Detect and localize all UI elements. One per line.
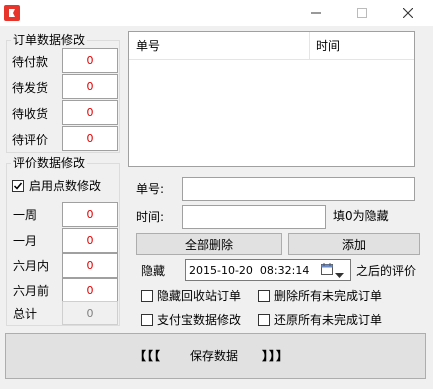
alipay-data-checkbox[interactable] <box>141 314 153 326</box>
one-week-field[interactable]: 0 <box>62 202 118 227</box>
save-data-label: 保存数据 <box>190 349 239 363</box>
delete-all-button[interactable]: 全部删除 <box>136 233 282 255</box>
app-icon <box>4 5 20 21</box>
hide-suffix-label: 之后的评价 <box>356 264 417 278</box>
list-header: 单号 时间 <box>129 32 414 60</box>
alipay-data-label: 支付宝数据修改 <box>157 313 242 327</box>
pending-receipt-field[interactable]: 0 <box>62 100 118 125</box>
minimize-button[interactable] <box>293 0 339 26</box>
minimize-icon <box>311 12 321 14</box>
within-six-months-label: 六月内 <box>13 259 50 273</box>
save-right-brackets: 】】】 <box>262 349 290 363</box>
one-month-label: 一月 <box>13 234 38 248</box>
calendar-icon[interactable] <box>321 263 333 278</box>
time-label: 时间: <box>136 210 165 224</box>
hide-datetime-value: 2015-10-20 08:32:14 <box>189 263 310 277</box>
pending-review-field[interactable]: 0 <box>62 126 118 151</box>
dropdown-arrow-icon[interactable] <box>335 267 344 281</box>
delete-unfinished-orders-label: 删除所有未完成订单 <box>274 289 383 303</box>
pending-review-label: 待评价 <box>12 133 49 147</box>
hide-recycle-orders-checkbox[interactable] <box>141 290 153 302</box>
pending-payment-label: 待付款 <box>12 55 49 69</box>
hide-recycle-orders-label: 隐藏回收站订单 <box>157 289 242 303</box>
time-input[interactable] <box>182 205 326 229</box>
total-label: 总计 <box>13 307 38 321</box>
restore-unfinished-orders-label: 还原所有未完成订单 <box>274 313 383 327</box>
close-button[interactable] <box>385 0 431 26</box>
pending-payment-field[interactable]: 0 <box>62 48 118 73</box>
within-six-months-field[interactable]: 0 <box>62 253 118 278</box>
restore-unfinished-orders-checkbox[interactable] <box>258 314 270 326</box>
order-no-input[interactable] <box>182 177 415 201</box>
maximize-button[interactable] <box>339 0 385 26</box>
close-icon <box>403 8 413 18</box>
pending-shipment-field[interactable]: 0 <box>62 74 118 99</box>
column-time[interactable]: 时间 <box>309 32 340 60</box>
order-list[interactable]: 单号 时间 <box>128 31 415 167</box>
hide-label: 隐藏 <box>141 264 166 278</box>
pending-shipment-label: 待发货 <box>12 81 49 95</box>
delete-unfinished-orders-checkbox[interactable] <box>258 290 270 302</box>
review-group-legend: 评价数据修改 <box>11 156 88 170</box>
before-six-months-label: 六月前 <box>13 284 50 298</box>
one-month-field[interactable]: 0 <box>62 228 118 253</box>
add-button[interactable]: 添加 <box>288 233 420 255</box>
order-no-label: 单号: <box>136 182 165 196</box>
checkmark-icon <box>13 182 23 190</box>
before-six-months-field[interactable]: 0 <box>62 278 118 303</box>
save-left-brackets: 【【【 <box>134 349 162 363</box>
total-field: 0 <box>62 301 118 325</box>
enable-points-checkbox[interactable] <box>12 180 24 192</box>
column-order-no[interactable]: 单号 <box>129 32 160 60</box>
order-group-legend: 订单数据修改 <box>11 33 88 47</box>
one-week-label: 一周 <box>13 208 38 222</box>
pending-receipt-label: 待收货 <box>12 107 49 121</box>
save-data-button[interactable]: 【【【 保存数据 】】】 <box>5 333 426 379</box>
enable-points-label: 启用点数修改 <box>29 179 102 193</box>
maximize-icon <box>357 8 367 18</box>
time-hint: 填0为隐藏 <box>333 209 389 223</box>
